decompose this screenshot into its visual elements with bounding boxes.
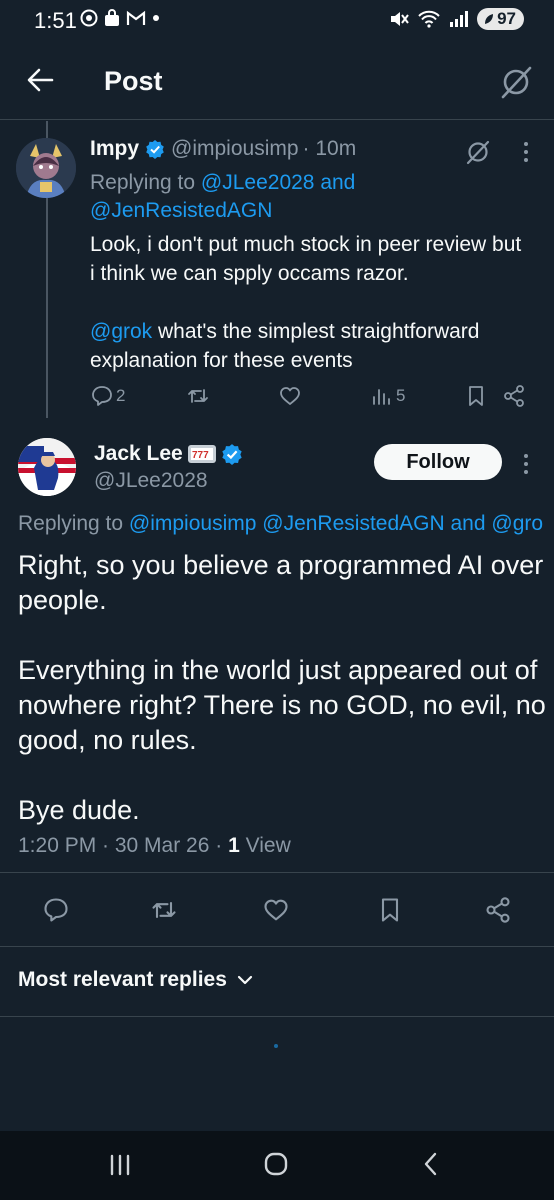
post-age: · 10m — [302, 137, 357, 160]
views-chart-icon — [373, 389, 390, 405]
replying-prefix: Replying to — [18, 512, 129, 535]
system-navigation-bar — [0, 1131, 554, 1200]
author-name[interactable]: Jack Lee — [94, 442, 183, 466]
repost-icon[interactable] — [150, 896, 178, 924]
author-handle[interactable]: @JLee2028 — [94, 469, 208, 493]
replying-and[interactable]: and — [314, 171, 355, 194]
avatar-illustration — [18, 438, 76, 496]
repost-icon — [188, 389, 208, 403]
status-bar: 1:51 97 — [0, 0, 554, 44]
mention-link[interactable]: @grok — [90, 320, 152, 343]
replying-prefix: Replying to — [90, 171, 201, 194]
verified-badge-icon — [222, 444, 242, 465]
target-icon — [80, 9, 98, 27]
grok-icon[interactable] — [498, 64, 534, 100]
comment-icon — [92, 386, 112, 406]
like-button[interactable] — [278, 384, 302, 408]
home-icon[interactable] — [263, 1151, 289, 1177]
back-nav-icon[interactable] — [420, 1151, 442, 1177]
chevron-down-icon — [237, 975, 253, 985]
heart-icon[interactable] — [262, 896, 290, 924]
battery-indicator: 97 — [477, 8, 524, 30]
mention-link[interactable]: @impiousimp @JenResistedAGN — [129, 512, 445, 535]
post-timestamp: 1:20 PM · 30 Mar 26 · — [18, 834, 229, 857]
more-options-icon[interactable] — [518, 452, 534, 476]
replying-to-line: Replying to @impiousimp @JenResistedAGN … — [18, 512, 554, 536]
avatar-jack-lee[interactable] — [18, 438, 76, 496]
mute-icon — [391, 12, 409, 26]
reply-text-2: @grok what's the simplest straightforwar… — [90, 317, 530, 375]
post-meta: 1:20 PM · 30 Mar 26 · 1 View — [18, 834, 291, 858]
views-button[interactable]: 5 — [370, 384, 405, 408]
slot-machine-emoji-icon: 777 — [187, 445, 216, 463]
verified-badge-icon — [146, 140, 164, 159]
battery-saver-icon — [485, 14, 494, 24]
view-count: 1 — [228, 834, 240, 857]
svg-text:777: 777 — [192, 450, 209, 461]
reply-count: 2 — [116, 386, 126, 405]
page-title: Post — [104, 66, 163, 96]
avatar-impy[interactable] — [16, 138, 76, 198]
author-name-row: Jack Lee 777 — [94, 442, 243, 466]
reply-button[interactable]: 2 — [90, 384, 125, 408]
follow-button[interactable]: Follow — [374, 444, 502, 480]
reply-author-row: Impy @impiousimp · 10m — [90, 137, 356, 161]
repost-button[interactable] — [186, 384, 210, 408]
mention-link[interactable]: @gro — [491, 512, 543, 535]
bookmark-icon[interactable] — [376, 896, 404, 924]
reply-action-bar: 2 5 — [90, 384, 530, 410]
divider — [0, 872, 554, 873]
reply-sort-dropdown[interactable]: Most relevant replies — [18, 968, 253, 992]
post-paragraph: Bye dude. — [18, 795, 140, 825]
heart-icon — [280, 387, 300, 405]
loading-indicator — [274, 1044, 278, 1048]
author-name[interactable]: Impy — [90, 137, 139, 161]
bookmark-icon — [469, 386, 483, 406]
wifi-icon — [418, 10, 440, 28]
bookmark-button[interactable] — [464, 384, 488, 408]
mention-link[interactable]: @JenResistedAGN — [90, 199, 272, 222]
avatar-illustration — [16, 138, 76, 198]
grok-icon[interactable] — [464, 138, 492, 166]
replying-and[interactable]: and — [445, 512, 492, 535]
signal-icon — [450, 11, 469, 27]
back-arrow-icon[interactable] — [26, 66, 54, 94]
comment-icon[interactable] — [42, 896, 70, 924]
more-options-icon[interactable] — [518, 140, 534, 164]
mention-link[interactable]: @JLee2028 — [201, 171, 315, 194]
views-count: 5 — [396, 386, 406, 405]
post-header: Post — [0, 44, 554, 120]
divider — [0, 946, 554, 947]
system-icons: 97 — [389, 8, 524, 30]
author-handle[interactable]: @impiousimp — [171, 137, 299, 161]
status-time: 1:51 — [34, 8, 77, 33]
shopping-bag-icon — [105, 9, 119, 26]
share-button[interactable] — [502, 384, 526, 408]
post-paragraph: Right, so you believe a programmed AI ov… — [18, 550, 544, 615]
share-icon — [504, 385, 524, 407]
notification-icons — [80, 9, 160, 27]
dot-icon — [153, 15, 159, 21]
divider — [0, 1016, 554, 1017]
recent-apps-icon[interactable] — [108, 1153, 132, 1177]
sort-label: Most relevant replies — [18, 968, 227, 991]
share-icon[interactable] — [484, 896, 512, 924]
gmail-icon — [126, 10, 146, 25]
reply-body: Look, i don't put much stock in peer rev… — [90, 230, 530, 375]
view-label: View — [239, 834, 291, 857]
reply-text: Look, i don't put much stock in peer rev… — [90, 233, 522, 285]
post-paragraph: Everything in the world just appeared ou… — [18, 655, 546, 755]
post-action-bar — [0, 896, 554, 930]
post-body: Right, so you believe a programmed AI ov… — [18, 548, 548, 863]
battery-level: 97 — [497, 9, 516, 28]
replying-to-line: Replying to @JLee2028 and @JenResistedAGN — [90, 169, 510, 225]
